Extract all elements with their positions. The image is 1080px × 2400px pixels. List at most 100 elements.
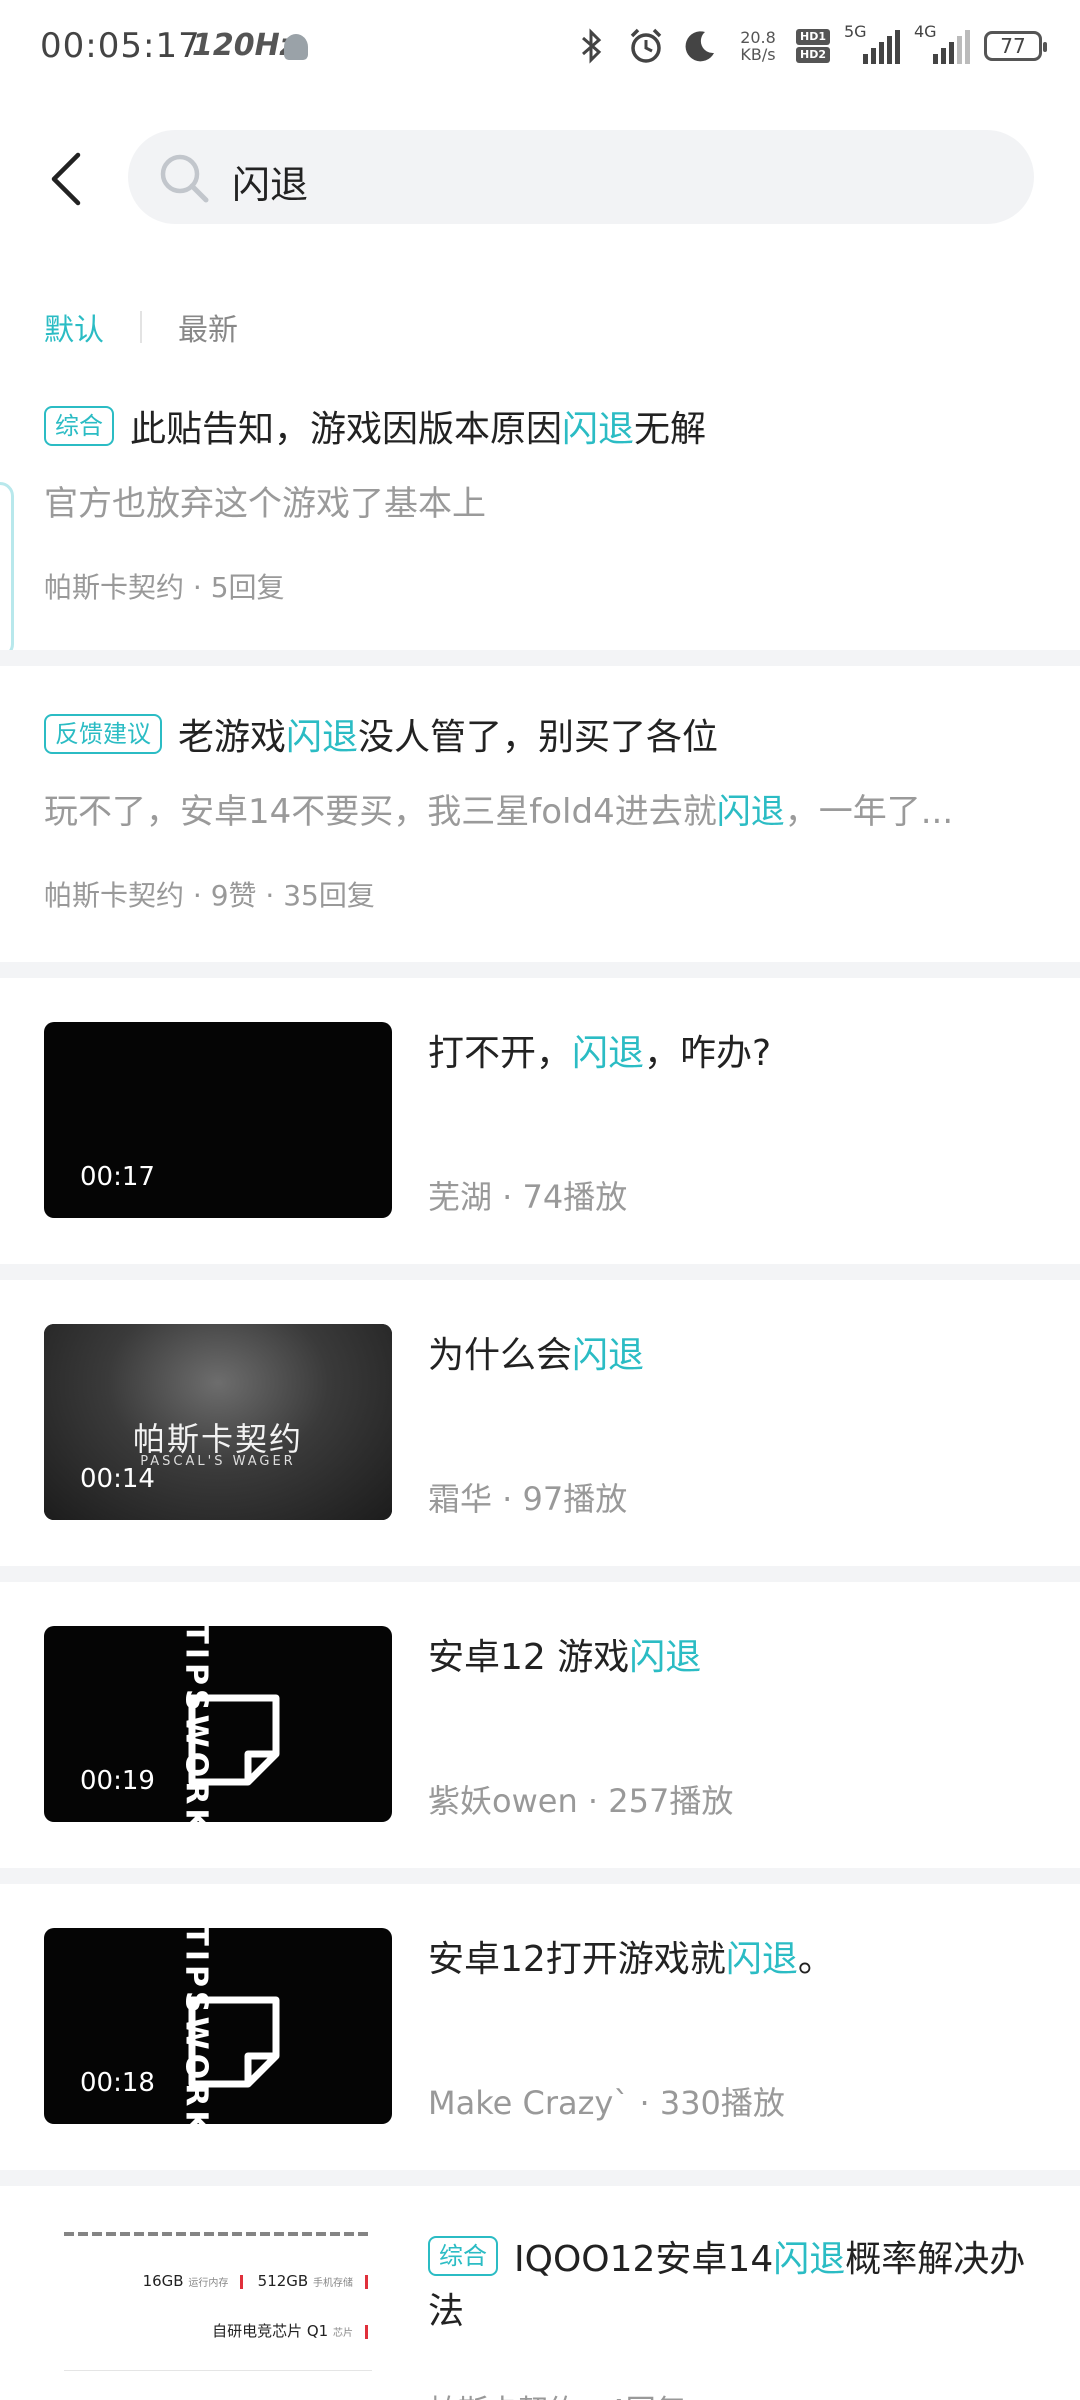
title-text-end: 。 xyxy=(797,1939,834,1980)
hd-voice-icon: HD1 HD2 xyxy=(796,29,830,63)
spec-label: 手机存储 xyxy=(313,2278,353,2289)
post-title: 综合 此贴告知，游戏因版本原因 闪退 无解 xyxy=(44,400,706,452)
post-meta: 帕斯卡契约 · 9赞 · 35回复 xyxy=(44,879,375,912)
title-text: 打不开， xyxy=(428,1033,573,1074)
post-meta: 帕斯卡契约 · 4回复 xyxy=(428,2386,686,2400)
video-thumbnail[interactable]: TIPSWORK 00:18 xyxy=(44,1928,392,2124)
status-icons: 20.8 KB/s HD1 HD2 5G 4G 77 xyxy=(572,22,1047,66)
post-excerpt: 官方也放弃这个游戏了基本上 xyxy=(44,476,1004,525)
post-excerpt: 玩不了，安卓14不要买，我三星fold4进去就闪退，一年了... xyxy=(44,784,1004,833)
status-time: 00:05:17 xyxy=(40,26,201,66)
speed-unit: KB/s xyxy=(740,45,776,64)
video-duration: 00:18 xyxy=(80,2068,155,2098)
video-card[interactable]: 00:17 打不开，闪退，咋办? 芜湖 · 74播放 xyxy=(0,978,1080,1264)
video-meta: 霜华 · 97播放 xyxy=(428,1480,628,1518)
status-bar: 00:05:17 120Hz 20.8 KB/s HD1 HD2 5G 4G 7 xyxy=(0,0,1080,96)
divider xyxy=(0,1868,1080,1884)
title-text: 为什么会 xyxy=(428,1335,573,1376)
excerpt-text: 玩不了，安卓14不要买，我三星fold4进去就 xyxy=(44,792,717,832)
excerpt-text-end: ，一年了... xyxy=(784,792,954,832)
post-card[interactable]: 反馈建议 老游戏 闪退 没人管了，别买了各位 玩不了，安卓14不要买，我三星fold… xyxy=(0,666,1080,962)
title-text-end: 概率解决办 xyxy=(845,2239,1026,2280)
video-thumbnail[interactable]: TIPSWORK 00:19 xyxy=(44,1626,392,1822)
post-meta: 帕斯卡契约 · 5回复 xyxy=(44,571,285,604)
title-highlight: 闪退 xyxy=(572,1033,645,1074)
battery-level: 77 xyxy=(1000,34,1026,58)
hd1-label: HD1 xyxy=(796,29,830,45)
tab-divider xyxy=(140,311,142,343)
bluetooth-icon xyxy=(572,26,612,66)
search-header: 闪退 xyxy=(0,128,1080,228)
title-highlight: 闪退 xyxy=(572,1335,645,1376)
search-input[interactable]: 闪退 xyxy=(128,130,1034,224)
title-highlight: 闪退 xyxy=(629,1637,702,1678)
thumb-spec-line: 16GB 运行内存 512GB 手机存储 xyxy=(143,2272,368,2290)
title-highlight: 闪退 xyxy=(562,409,635,450)
post-title: 反馈建议 老游戏 闪退 没人管了，别买了各位 xyxy=(44,708,718,760)
video-title: 为什么会闪退 xyxy=(428,1326,644,1378)
category-badge: 综合 xyxy=(428,2236,498,2276)
signal-4g-icon: 4G xyxy=(914,22,970,66)
title-highlight: 闪退 xyxy=(773,2239,846,2280)
sort-tabs: 默认 最新 xyxy=(44,302,238,352)
video-card[interactable]: TIPSWORK 00:18 安卓12打开游戏就闪退。 Make Crazy` … xyxy=(0,1884,1080,2170)
video-duration: 00:19 xyxy=(80,1766,155,1796)
video-title: 安卓12 游戏闪退 xyxy=(428,1628,701,1680)
tab-default[interactable]: 默认 xyxy=(44,305,104,349)
spec-label: 芯片 xyxy=(333,2328,353,2339)
tipswork-logo-icon xyxy=(188,1996,280,2088)
network-speed: 20.8 KB/s xyxy=(734,29,782,63)
back-arrow-icon xyxy=(51,152,81,206)
moon-icon xyxy=(680,26,720,66)
thumb-divider xyxy=(64,2370,372,2371)
video-title: 打不开，闪退，咋办? xyxy=(428,1024,771,1076)
hd2-label: HD2 xyxy=(796,47,830,63)
floating-edge-handle[interactable] xyxy=(0,482,14,658)
alarm-icon xyxy=(626,26,666,66)
tab-latest[interactable]: 最新 xyxy=(178,305,238,349)
thumb-brand-text: TIPSWORK xyxy=(152,1626,214,1822)
title-text: 安卓12 游戏 xyxy=(428,1637,630,1678)
spec-value: 16GB xyxy=(142,2272,184,2290)
video-title: 安卓12打开游戏就闪退。 xyxy=(428,1930,834,1982)
tipswork-logo-icon xyxy=(188,1694,280,1786)
title-text: 安卓12打开游戏就 xyxy=(428,1939,726,1980)
post-title-line2: 法 xyxy=(428,2291,465,2332)
title-text: IQOO12安卓14 xyxy=(514,2239,774,2280)
video-card[interactable]: 帕斯卡契约 PASCAL'S WAGER 00:14 为什么会闪退 霜华 · 9… xyxy=(0,1280,1080,1566)
refresh-rate-indicator: 120Hz xyxy=(192,28,298,63)
title-text: 此贴告知，游戏因版本原因 xyxy=(130,409,563,450)
excerpt-text: 官方也放弃这个游戏了基本上 xyxy=(44,484,486,524)
title-text-end: 没人管了，别买了各位 xyxy=(358,717,719,758)
post-thumbnail[interactable]: 16GB 运行内存 512GB 手机存储 自研电竞芯片 Q1 芯片 xyxy=(44,2232,392,2400)
search-icon xyxy=(160,154,209,203)
notification-app-icon xyxy=(284,34,308,60)
divider xyxy=(0,1566,1080,1582)
battery-icon: 77 xyxy=(984,31,1047,61)
video-duration: 00:17 xyxy=(80,1162,155,1192)
post-card[interactable]: 综合 此贴告知，游戏因版本原因 闪退 无解 官方也放弃这个游戏了基本上 帕斯卡契约 … xyxy=(0,380,1080,650)
title-text-end: 无解 xyxy=(634,409,707,450)
excerpt-highlight: 闪退 xyxy=(716,792,785,832)
back-button[interactable] xyxy=(36,144,96,214)
video-meta: 紫妖owen · 257播放 xyxy=(428,1782,734,1820)
video-thumbnail[interactable]: 帕斯卡契约 PASCAL'S WAGER 00:14 xyxy=(44,1324,392,1520)
thumb-cropped-line xyxy=(64,2232,372,2240)
category-badge: 综合 xyxy=(44,406,114,446)
divider xyxy=(0,1264,1080,1280)
video-meta: Make Crazy` · 330播放 xyxy=(428,2084,785,2122)
thumb-spec-line: 自研电竞芯片 Q1 芯片 xyxy=(212,2320,368,2341)
search-query[interactable]: 闪退 xyxy=(232,154,308,209)
spec-value: 自研电竞芯片 Q1 xyxy=(212,2322,329,2340)
post-title: 综合 IQOO12安卓14 闪退 概率解决办 xyxy=(428,2230,1025,2282)
signal-5g-icon: 5G xyxy=(844,22,900,66)
video-meta: 芜湖 · 74播放 xyxy=(428,1178,628,1216)
divider xyxy=(0,650,1080,666)
title-highlight: 闪退 xyxy=(725,1939,798,1980)
spec-label: 运行内存 xyxy=(188,2278,229,2289)
video-duration: 00:14 xyxy=(80,1464,155,1494)
title-text-end: ，咋办? xyxy=(644,1033,772,1074)
video-card[interactable]: TIPSWORK 00:19 安卓12 游戏闪退 紫妖owen · 257播放 xyxy=(0,1582,1080,1868)
divider xyxy=(0,2170,1080,2186)
video-thumbnail[interactable]: 00:17 xyxy=(44,1022,392,1218)
